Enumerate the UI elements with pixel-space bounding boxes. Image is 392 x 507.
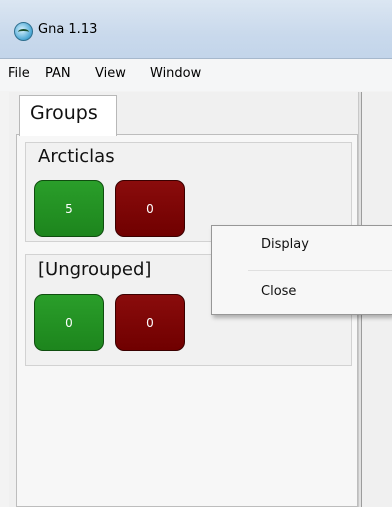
menu-file[interactable]: File bbox=[8, 66, 30, 81]
window-title: Gna 1.13 bbox=[38, 22, 98, 37]
group-title: Arcticlas bbox=[38, 146, 115, 167]
tab-groups-label: Groups bbox=[30, 102, 98, 124]
app-globe-icon bbox=[14, 22, 33, 41]
context-menu-item-display[interactable]: Display bbox=[261, 237, 309, 252]
group-title: [Ungrouped] bbox=[38, 259, 152, 280]
counter-button-green[interactable]: 5 bbox=[34, 180, 104, 237]
counter-button-green[interactable]: 0 bbox=[34, 294, 104, 351]
context-menu-item-close[interactable]: Close bbox=[261, 284, 296, 299]
menu-bar: File PAN View Window bbox=[0, 59, 392, 91]
menu-pan[interactable]: PAN bbox=[45, 66, 71, 81]
menu-view[interactable]: View bbox=[95, 66, 126, 81]
counter-button-red[interactable]: 0 bbox=[115, 180, 185, 237]
context-menu-separator bbox=[248, 270, 392, 271]
title-bar: Gna 1.13 bbox=[0, 0, 392, 59]
counter-button-red[interactable]: 0 bbox=[115, 294, 185, 351]
context-menu: Display Close bbox=[211, 225, 392, 315]
menu-window[interactable]: Window bbox=[150, 66, 201, 81]
app-window: Gna 1.13 File PAN View Window Groups Arc… bbox=[0, 0, 392, 507]
tab-groups[interactable]: Groups bbox=[19, 95, 117, 136]
